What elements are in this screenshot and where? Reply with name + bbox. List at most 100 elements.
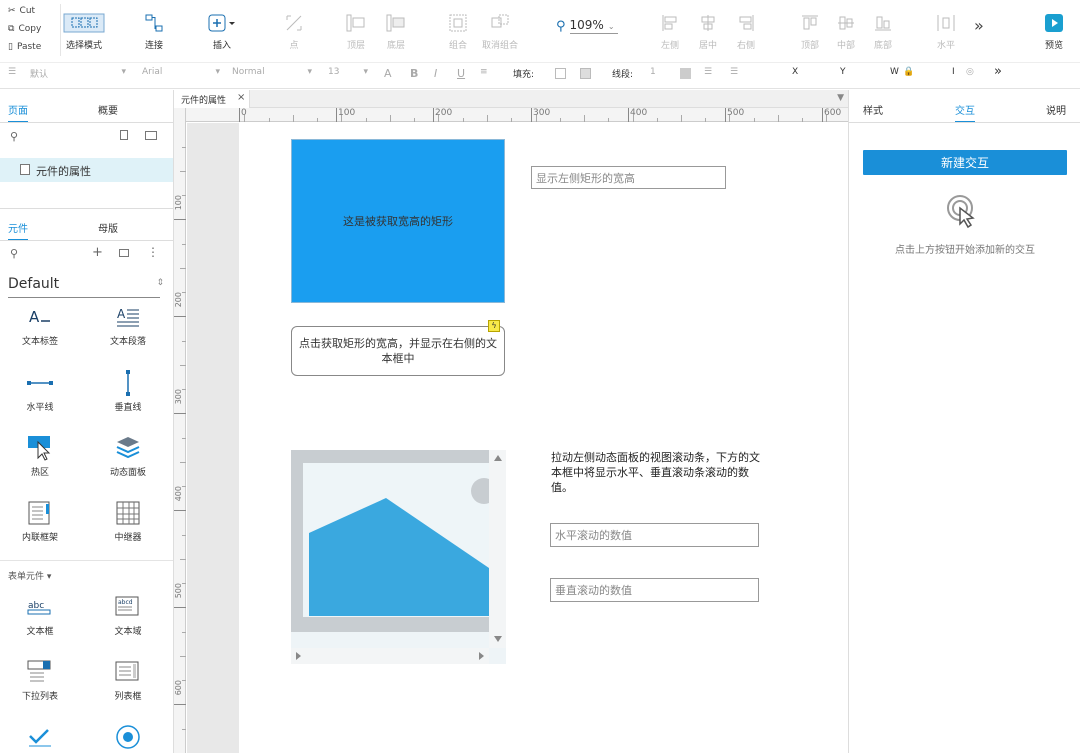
search-icon[interactable]: ⚲ (10, 247, 18, 260)
divider (0, 122, 173, 123)
folder-icon[interactable] (145, 131, 157, 140)
copy-button[interactable]: ⧉ Copy (8, 24, 41, 34)
ruler-label: 400 (630, 108, 648, 118)
widget-text-paragraph[interactable]: A 文本段落 (93, 302, 163, 347)
chevron-down-icon[interactable]: ▼ (837, 93, 844, 103)
select-mode-button[interactable]: 选择模式 (62, 12, 106, 51)
scroll-description: 拉动左侧动态面板的视图滚动条，下方的文本框中将显示水平、垂直滚动条滚动的数值。 (551, 451, 760, 494)
dynamic-panel[interactable] (291, 450, 506, 664)
fill-color-swatch[interactable] (555, 68, 566, 79)
paste-button[interactable]: ▯ Paste (8, 42, 41, 52)
group-button[interactable]: 组合 (436, 12, 480, 51)
widget-vertical-line[interactable]: 垂直线 (93, 368, 163, 413)
line-pattern-icon[interactable]: ☰ (730, 67, 738, 77)
align-middle-icon (836, 12, 856, 34)
target-rectangle[interactable]: 这是被获取宽高的矩形 (291, 139, 505, 303)
form-widgets-section[interactable]: 表单元件 ▾ (8, 569, 51, 582)
widget-inline-frame[interactable]: 内联框架 (5, 498, 75, 543)
vertical-scroll-field[interactable]: 垂直滚动的数值 (550, 578, 759, 602)
droplist-icon (27, 657, 53, 687)
tab-masters[interactable]: 母版 (98, 220, 118, 235)
close-icon[interactable]: × (237, 92, 245, 103)
lightning-icon[interactable]: ϟ (488, 320, 500, 332)
widget-hotspot[interactable]: 热区 (5, 433, 75, 478)
text-align-icon[interactable]: ≡ (480, 67, 488, 77)
x-label: X (792, 67, 799, 77)
widget-dynamic-panel[interactable]: 动态面板 (93, 433, 163, 478)
fill-label: 填充: (513, 70, 535, 80)
cut-button[interactable]: ✂ Cut (8, 6, 35, 16)
page-item-label: 元件的属性 (36, 165, 91, 178)
preview-button[interactable]: 预览 (1032, 12, 1076, 51)
h-label: I (952, 67, 955, 77)
ruler-label: 100 (338, 108, 356, 118)
line-label: 线段: (612, 70, 634, 80)
line-style-icon[interactable]: ☰ (704, 67, 712, 77)
tab-interaction[interactable]: 交互 (955, 102, 975, 123)
align-bottom-button[interactable]: 底部 (861, 12, 905, 51)
insert-button[interactable]: 插入 (200, 12, 244, 51)
more-tools-button[interactable]: » (974, 16, 984, 35)
style-select[interactable]: 默认 ▾ (30, 67, 126, 80)
widget-text-field[interactable]: abc 文本框 (5, 592, 75, 637)
horizontal-scroll-field[interactable]: 水平滚动的数值 (550, 523, 759, 547)
widget-text-area[interactable]: abcd 文本域 (93, 592, 163, 637)
svg-text:abcd: abcd (118, 599, 133, 606)
widget-checkbox[interactable] (5, 722, 75, 752)
add-page-icon[interactable] (120, 130, 128, 140)
widget-radio[interactable] (93, 722, 163, 752)
library-menu-icon[interactable] (119, 249, 129, 257)
point-icon (284, 12, 304, 34)
more-format-button[interactable]: » (994, 64, 1002, 79)
send-back-icon (385, 12, 407, 34)
align-right-button[interactable]: 右侧 (724, 12, 768, 51)
line-width-input[interactable]: 1 (650, 67, 656, 77)
right-panel: 样式 交互 说明 新建交互 点击上方按钮开始添加新的交互 (848, 90, 1080, 753)
document-tab[interactable]: 元件的属性 × (174, 90, 250, 108)
widget-horizontal-line[interactable]: 水平线 (5, 368, 75, 413)
search-icon[interactable]: ⚲ (10, 130, 18, 143)
more-options-icon[interactable]: ⋮ (147, 245, 159, 259)
tab-widgets[interactable]: 元件 (8, 220, 28, 241)
svg-text:A: A (29, 308, 40, 326)
font-weight-select[interactable]: Normal ▾ (232, 67, 312, 77)
align-center-icon (698, 12, 718, 34)
rotate-icon[interactable]: ◎ (966, 67, 974, 77)
rect-size-field[interactable]: 显示左侧矩形的宽高 (531, 166, 726, 189)
bold-icon[interactable]: B (410, 67, 418, 80)
widget-listbox[interactable]: 列表框 (93, 657, 163, 702)
page-item[interactable]: 元件的属性 (0, 158, 173, 182)
distribute-horizontal-button[interactable]: 水平 (924, 12, 968, 51)
widget-repeater[interactable]: 中继器 (93, 498, 163, 543)
library-select[interactable]: Default ⇕ (8, 276, 164, 298)
tab-pages[interactable]: 页面 (8, 102, 28, 123)
align-right-icon (736, 12, 756, 34)
line-color-swatch[interactable] (680, 68, 691, 79)
zoom-select[interactable]: ⚲ 109% ⌄ (556, 18, 618, 34)
lock-icon[interactable]: 🔒 (903, 67, 914, 77)
font-size-select[interactable]: 13 ▾ (328, 67, 368, 77)
new-interaction-button[interactable]: 新建交互 (863, 150, 1067, 175)
font-color-icon[interactable]: A (384, 67, 392, 80)
underline-icon[interactable]: U (457, 67, 465, 80)
widget-droplist[interactable]: 下拉列表 (5, 657, 75, 702)
ruler-label: 300 (174, 389, 183, 405)
ungroup-button[interactable]: 取消组合 (478, 12, 522, 51)
tab-style[interactable]: 样式 (863, 102, 883, 117)
widget-text-label[interactable]: A 文本标签 (5, 302, 75, 347)
tab-notes[interactable]: 说明 (1046, 102, 1066, 117)
tab-outline[interactable]: 概要 (98, 102, 118, 117)
page-icon (20, 164, 30, 175)
italic-icon[interactable]: I (434, 67, 437, 80)
get-size-button[interactable]: 点击获取矩形的宽高，并显示在右侧的文本框中 (291, 326, 505, 376)
send-to-back-button[interactable]: 底层 (374, 12, 418, 51)
radio-icon (115, 722, 141, 752)
connect-button[interactable]: 连接 (132, 12, 176, 51)
ruler-label: 500 (174, 583, 183, 599)
add-library-icon[interactable]: + (92, 245, 103, 260)
group-icon (448, 12, 468, 34)
point-button[interactable]: 点 (272, 12, 316, 51)
shadow-swatch[interactable] (580, 68, 591, 79)
bring-to-front-button[interactable]: 顶层 (334, 12, 378, 51)
font-select[interactable]: Arial ▾ (142, 67, 220, 77)
